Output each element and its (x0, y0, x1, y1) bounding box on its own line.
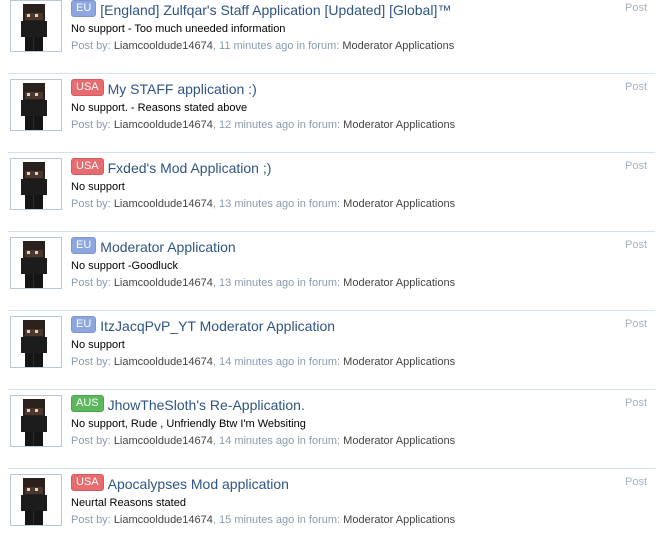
author-link[interactable]: Liamcooldude14674 (114, 356, 213, 368)
prefix-badge[interactable]: AUS (71, 395, 104, 413)
thread-title-link[interactable]: Moderator Application (100, 239, 235, 255)
result-meta: Post by: Liamcooldude14674, 13 minutes a… (71, 277, 456, 289)
post-snippet: No support (71, 339, 125, 351)
posted-by-label: Post by: (71, 198, 111, 210)
search-results-list: EU [England] Zulfqar's Staff Application … (0, 0, 669, 541)
post-snippet: No support - Too much uneeded informatio… (71, 23, 286, 35)
post-time: 14 minutes ago (219, 356, 295, 368)
thread-title-link[interactable]: ItzJacqPvP_YT Moderator Application (100, 318, 335, 334)
prefix-badge[interactable]: USA (71, 79, 104, 97)
forum-link[interactable]: Moderator Applications (343, 356, 455, 368)
result-meta: Post by: Liamcooldude14674, 11 minutes a… (71, 40, 455, 52)
forum-link[interactable]: Moderator Applications (343, 198, 455, 210)
forum-link[interactable]: Moderator Applications (342, 40, 454, 52)
minecraft-skin-avatar-image (11, 475, 61, 525)
posted-by-label: Post by: (71, 40, 111, 52)
prefix-badge[interactable]: EU (71, 316, 97, 334)
prefix-badge[interactable]: USA (71, 158, 104, 176)
author-link[interactable]: Liamcooldude14674 (114, 514, 213, 526)
post-time: 15 minutes ago (219, 514, 295, 526)
in-forum-label: in forum: (297, 514, 341, 526)
prefix-badge[interactable]: EU (71, 237, 97, 255)
search-result-item: EU [England] Zulfqar's Staff Application … (0, 0, 669, 79)
search-result-item: EU Moderator Application No support -Good… (0, 237, 669, 316)
posted-by-label: Post by: (71, 435, 111, 447)
result-title-line: USA Fxded's Mod Application ;) (71, 158, 272, 177)
posted-by-label: Post by: (71, 119, 111, 131)
content-type-label: Post (624, 397, 647, 409)
avatar[interactable] (10, 395, 62, 447)
author-link[interactable]: Liamcooldude14674 (114, 40, 213, 52)
in-forum-label: in forum: (297, 356, 341, 368)
search-result-item: USA Fxded's Mod Application ;) No support… (0, 158, 669, 237)
post-snippet: No support -Goodluck (71, 260, 178, 272)
search-result-item: EU ItzJacqPvP_YT Moderator Application No… (0, 316, 669, 395)
result-title-line: EU [England] Zulfqar's Staff Application … (71, 0, 451, 19)
avatar[interactable] (10, 316, 62, 368)
result-meta: Post by: Liamcooldude14674, 14 minutes a… (71, 356, 456, 368)
post-time: 13 minutes ago (219, 277, 295, 289)
content-type-label: Post (624, 476, 647, 488)
avatar[interactable] (10, 79, 62, 131)
author-link[interactable]: Liamcooldude14674 (114, 119, 213, 131)
author-link[interactable]: Liamcooldude14674 (114, 198, 213, 210)
in-forum-label: in forum: (297, 119, 341, 131)
avatar[interactable] (10, 0, 62, 52)
posted-by-label: Post by: (71, 277, 111, 289)
in-forum-label: in forum: (297, 277, 341, 289)
post-time: 13 minutes ago (219, 198, 295, 210)
in-forum-label: in forum: (296, 40, 340, 52)
in-forum-label: in forum: (297, 435, 341, 447)
forum-link[interactable]: Moderator Applications (343, 119, 455, 131)
result-title-line: USA Apocalypses Mod application (71, 474, 289, 493)
content-type-label: Post (624, 2, 647, 14)
search-result-item: USA Apocalypses Mod application Neurtal R… (0, 474, 669, 541)
forum-link[interactable]: Moderator Applications (343, 514, 455, 526)
result-title-line: EU Moderator Application (71, 237, 236, 256)
post-time: 12 minutes ago (219, 119, 295, 131)
minecraft-skin-avatar-image (11, 396, 61, 446)
posted-by-label: Post by: (71, 356, 111, 368)
avatar[interactable] (10, 158, 62, 210)
post-snippet: No support, Rude , Unfriendly Btw I'm We… (71, 418, 306, 430)
result-title-line: EU ItzJacqPvP_YT Moderator Application (71, 316, 335, 335)
thread-title-link[interactable]: JhowTheSloth's Re-Application. (108, 397, 305, 413)
result-meta: Post by: Liamcooldude14674, 14 minutes a… (71, 435, 456, 447)
content-type-label: Post (624, 318, 647, 330)
forum-link[interactable]: Moderator Applications (343, 277, 455, 289)
post-snippet: No support (71, 181, 125, 193)
search-result-item: AUS JhowTheSloth's Re-Application. No sup… (0, 395, 669, 474)
result-meta: Post by: Liamcooldude14674, 13 minutes a… (71, 198, 456, 210)
content-type-label: Post (624, 160, 647, 172)
search-result-item: USA My STAFF application :) No support. -… (0, 79, 669, 158)
prefix-badge[interactable]: USA (71, 474, 104, 492)
thread-title-link[interactable]: Apocalypses Mod application (108, 476, 289, 492)
minecraft-skin-avatar-image (11, 317, 61, 367)
post-snippet: No support. - Reasons stated above (71, 102, 248, 114)
thread-title-link[interactable]: My STAFF application :) (108, 81, 257, 97)
author-link[interactable]: Liamcooldude14674 (114, 435, 213, 447)
forum-link[interactable]: Moderator Applications (343, 435, 455, 447)
content-type-label: Post (624, 239, 647, 251)
avatar[interactable] (10, 474, 62, 526)
minecraft-skin-avatar-image (11, 159, 61, 209)
author-link[interactable]: Liamcooldude14674 (114, 277, 213, 289)
prefix-badge[interactable]: EU (71, 0, 97, 18)
minecraft-skin-avatar-image (11, 1, 61, 51)
minecraft-skin-avatar-image (11, 80, 61, 130)
post-time: 14 minutes ago (219, 435, 295, 447)
result-meta: Post by: Liamcooldude14674, 12 minutes a… (71, 119, 456, 131)
post-time: 11 minutes ago (219, 40, 294, 52)
result-title-line: USA My STAFF application :) (71, 79, 257, 98)
thread-title-link[interactable]: [England] Zulfqar's Staff Application [U… (100, 2, 451, 18)
result-meta: Post by: Liamcooldude14674, 15 minutes a… (71, 514, 456, 526)
thread-title-link[interactable]: Fxded's Mod Application ;) (108, 160, 272, 176)
result-title-line: AUS JhowTheSloth's Re-Application. (71, 395, 305, 414)
in-forum-label: in forum: (297, 198, 341, 210)
posted-by-label: Post by: (71, 514, 111, 526)
avatar[interactable] (10, 237, 62, 289)
post-snippet: Neurtal Reasons stated (71, 497, 186, 509)
content-type-label: Post (624, 81, 647, 93)
minecraft-skin-avatar-image (11, 238, 61, 288)
